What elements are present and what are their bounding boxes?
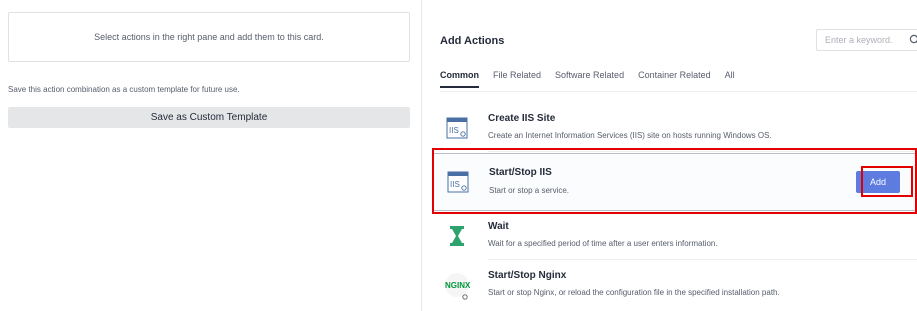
add-button-highlight — [861, 166, 913, 197]
category-tabs: Common File Related Software Related Con… — [440, 70, 749, 88]
search-input[interactable] — [823, 34, 911, 46]
save-hint: Save this action combination as a custom… — [8, 85, 240, 94]
item-divider — [488, 259, 917, 260]
save-as-template-button[interactable]: Save as Custom Template — [8, 107, 410, 128]
selection-highlight — [432, 148, 917, 214]
action-item-create-iis-site[interactable]: IIS Create IIS Site Create an Internet I… — [432, 105, 917, 152]
action-item-wait[interactable]: Wait Wait for a specified period of time… — [432, 213, 917, 260]
search-box[interactable] — [816, 29, 917, 51]
tab-all[interactable]: All — [725, 70, 735, 88]
action-name: Wait — [488, 221, 509, 232]
iis-icon: IIS — [446, 117, 468, 139]
search-icon[interactable] — [909, 34, 917, 46]
action-item-start-stop-nginx[interactable]: NGINX Start/Stop Nginx Start or stop Ngi… — [432, 262, 917, 309]
tab-file-related[interactable]: File Related — [493, 70, 541, 88]
nginx-icon-text: NGINX — [445, 281, 471, 290]
action-name: Create IIS Site — [488, 113, 556, 124]
action-description: Start or stop Nginx, or reload the confi… — [488, 288, 780, 297]
tab-common[interactable]: Common — [440, 70, 479, 88]
tabs-divider — [440, 91, 917, 92]
action-description: Wait for a specified period of time afte… — [488, 239, 718, 248]
panel-title: Add Actions — [440, 35, 505, 47]
action-name: Start/Stop Nginx — [488, 270, 567, 281]
hourglass-icon — [450, 226, 464, 246]
tab-container-related[interactable]: Container Related — [638, 70, 711, 88]
tab-software-related[interactable]: Software Related — [555, 70, 624, 88]
card-hint: Select actions in the right pane and add… — [94, 32, 324, 42]
nginx-icon: NGINX — [445, 273, 471, 300]
action-description: Create an Internet Information Services … — [488, 131, 772, 140]
left-panel: Select actions in the right pane and add… — [0, 0, 421, 311]
svg-text:IIS: IIS — [449, 126, 459, 135]
action-card: Select actions in the right pane and add… — [8, 12, 410, 62]
